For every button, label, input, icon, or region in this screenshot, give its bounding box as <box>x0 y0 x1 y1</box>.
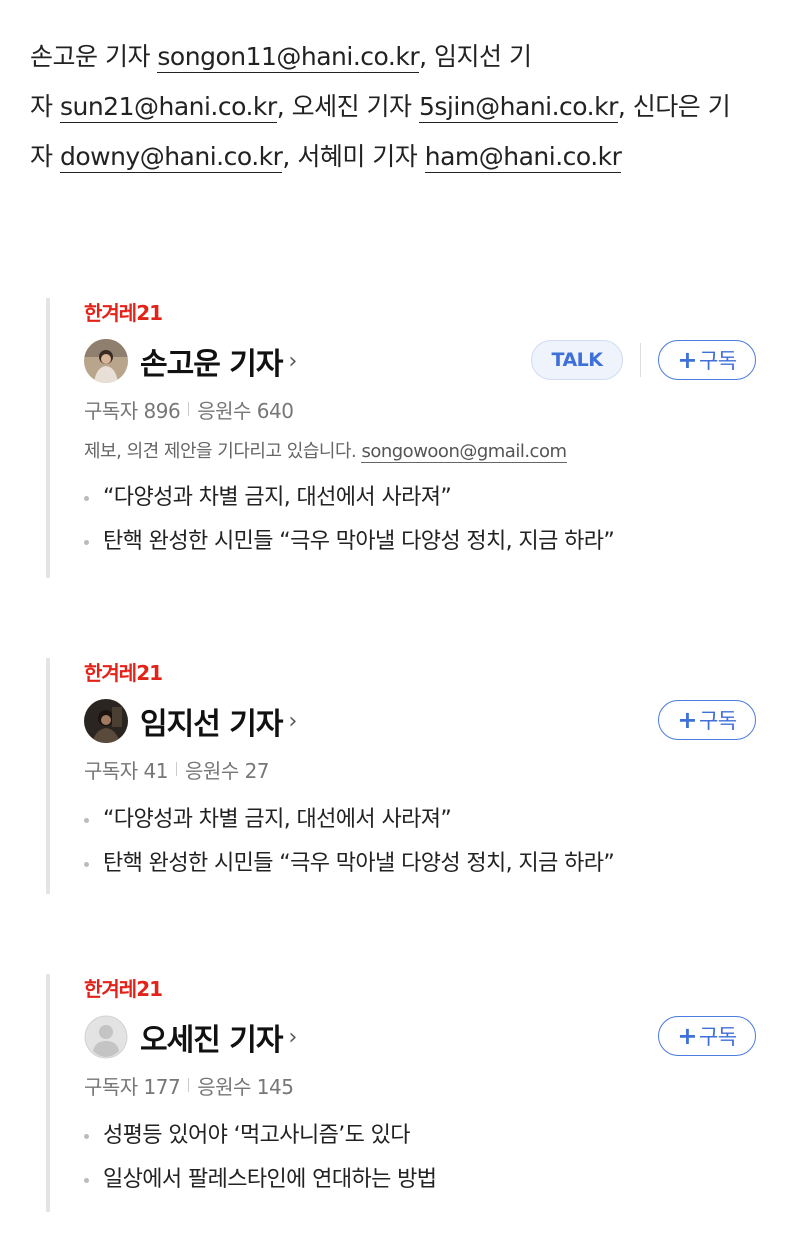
article-item[interactable]: 탄핵 완성한 시민들 “극우 막아낼 다양성 정치, 지금 하라” <box>84 842 756 886</box>
reporter-actions: + 구독 <box>658 1016 756 1056</box>
reporter-header: 손고운 기자 › TALK + 구독 <box>84 338 756 384</box>
avatar[interactable] <box>84 1015 128 1059</box>
supporter-count: 응원수 640 <box>197 398 294 423</box>
plus-icon: + <box>677 706 697 734</box>
bullet-icon <box>84 495 89 501</box>
plus-icon: + <box>677 346 697 374</box>
description-text: 제보, 의견 제안을 기다리고 있습니다. <box>84 441 362 462</box>
avatar[interactable] <box>84 339 128 383</box>
reporter-description: 제보, 의견 제안을 기다리고 있습니다. songowoon@gmail.co… <box>84 438 756 466</box>
bullet-icon <box>84 861 89 867</box>
subscriber-count: 구독자 177 <box>84 1074 181 1099</box>
divider <box>188 1078 190 1092</box>
reporter-stats: 구독자 177 응원수 145 <box>84 1070 756 1100</box>
article-title[interactable]: 성평등 있어야 ‘먹고사니즘’도 있다 <box>103 1114 411 1158</box>
chevron-right-icon[interactable]: › <box>288 349 297 374</box>
article-item[interactable]: “다양성과 차별 금지, 대선에서 사라져” <box>84 476 756 520</box>
reporter-credits: 손고운 기자 songon11@hani.co.kr, 임지선 기 자 sun2… <box>30 32 772 182</box>
reporter-name[interactable]: 오세진 기자 <box>140 1015 283 1059</box>
subscribe-button[interactable]: + 구독 <box>658 340 756 380</box>
subscriber-count: 구독자 896 <box>84 398 181 423</box>
reporter-stats: 구독자 896 응원수 640 <box>84 394 756 424</box>
email-link[interactable]: songon11@hani.co.kr <box>157 42 420 73</box>
plus-icon: + <box>677 1022 697 1050</box>
article-title[interactable]: 탄핵 완성한 시민들 “극우 막아낼 다양성 정치, 지금 하라” <box>103 842 615 886</box>
reporter-photo-icon <box>84 699 128 743</box>
chevron-right-icon[interactable]: › <box>288 1025 297 1050</box>
reporter-card: 한겨레21 임지선 기자 › + 구독 구독자 41 응원수 27 “다양성과 차… <box>46 658 756 894</box>
email-link[interactable]: ham@hani.co.kr <box>424 142 622 173</box>
divider <box>176 762 178 776</box>
bullet-icon <box>84 539 89 545</box>
reporter-header: 임지선 기자 › + 구독 <box>84 698 756 744</box>
reporter-actions: + 구독 <box>658 700 756 740</box>
description-email-link[interactable]: songowoon@gmail.com <box>361 441 567 463</box>
email-link[interactable]: 5sjin@hani.co.kr <box>418 92 618 123</box>
reporter-name[interactable]: 임지선 기자 <box>140 699 283 743</box>
article-list: 성평등 있어야 ‘먹고사니즘’도 있다 일상에서 팔레스타인에 연대하는 방법 <box>84 1114 756 1202</box>
talk-button[interactable]: TALK <box>531 340 623 380</box>
subscribe-label: 구독 <box>698 349 737 373</box>
article-list: “다양성과 차별 금지, 대선에서 사라져” 탄핵 완성한 시민들 “극우 막아… <box>84 798 756 886</box>
credits-text: 자 <box>30 92 60 121</box>
article-title[interactable]: “다양성과 차별 금지, 대선에서 사라져” <box>103 798 452 842</box>
article-title[interactable]: 탄핵 완성한 시민들 “극우 막아낼 다양성 정치, 지금 하라” <box>103 520 615 564</box>
article-list: “다양성과 차별 금지, 대선에서 사라져” 탄핵 완성한 시민들 “극우 막아… <box>84 476 756 564</box>
subscribe-button[interactable]: + 구독 <box>658 700 756 740</box>
email-link[interactable]: downy@hani.co.kr <box>59 142 283 173</box>
reporter-card: 한겨레21 오세진 기자 › + 구독 구독자 177 응원수 145 성평등 있… <box>46 974 756 1212</box>
supporter-count: 응원수 145 <box>197 1074 294 1099</box>
chevron-right-icon[interactable]: › <box>288 709 297 734</box>
credits-text: , 신다은 기 <box>617 92 731 121</box>
article-title[interactable]: “다양성과 차별 금지, 대선에서 사라져” <box>103 476 452 520</box>
bullet-icon <box>84 1177 89 1183</box>
publication-logo[interactable]: 한겨레21 <box>84 298 756 328</box>
credits-text: , 서혜미 기자 <box>282 142 425 171</box>
credits-text: 손고운 기자 <box>30 42 158 71</box>
publication-logo[interactable]: 한겨레21 <box>84 658 756 688</box>
publication-logo[interactable]: 한겨레21 <box>84 974 756 1004</box>
subscribe-button[interactable]: + 구독 <box>658 1016 756 1056</box>
reporter-photo-icon <box>84 339 128 383</box>
credits-text: 자 <box>30 142 60 171</box>
subscriber-count: 구독자 41 <box>84 758 169 783</box>
divider <box>640 343 641 377</box>
subscribe-label: 구독 <box>698 709 737 733</box>
article-title[interactable]: 일상에서 팔레스타인에 연대하는 방법 <box>103 1158 437 1202</box>
bullet-icon <box>84 817 89 823</box>
email-link[interactable]: sun21@hani.co.kr <box>59 92 277 123</box>
subscribe-label: 구독 <box>698 1025 737 1049</box>
avatar[interactable] <box>84 699 128 743</box>
credits-text: , 오세진 기자 <box>276 92 419 121</box>
divider <box>188 402 190 416</box>
reporter-card: 한겨레21 손고운 기자 › TALK + 구독 구독자 896 응원수 640 … <box>46 298 756 578</box>
reporter-name[interactable]: 손고운 기자 <box>140 339 283 383</box>
user-placeholder-icon <box>84 1015 128 1059</box>
reporter-actions: TALK + 구독 <box>531 340 756 380</box>
supporter-count: 응원수 27 <box>185 758 270 783</box>
article-item[interactable]: 탄핵 완성한 시민들 “극우 막아낼 다양성 정치, 지금 하라” <box>84 520 756 564</box>
article-item[interactable]: 성평등 있어야 ‘먹고사니즘’도 있다 <box>84 1114 756 1158</box>
article-item[interactable]: 일상에서 팔레스타인에 연대하는 방법 <box>84 1158 756 1202</box>
reporter-stats: 구독자 41 응원수 27 <box>84 754 756 784</box>
bullet-icon <box>84 1133 89 1139</box>
reporter-header: 오세진 기자 › + 구독 <box>84 1014 756 1060</box>
article-item[interactable]: “다양성과 차별 금지, 대선에서 사라져” <box>84 798 756 842</box>
credits-text: , 임지선 기 <box>419 42 532 71</box>
